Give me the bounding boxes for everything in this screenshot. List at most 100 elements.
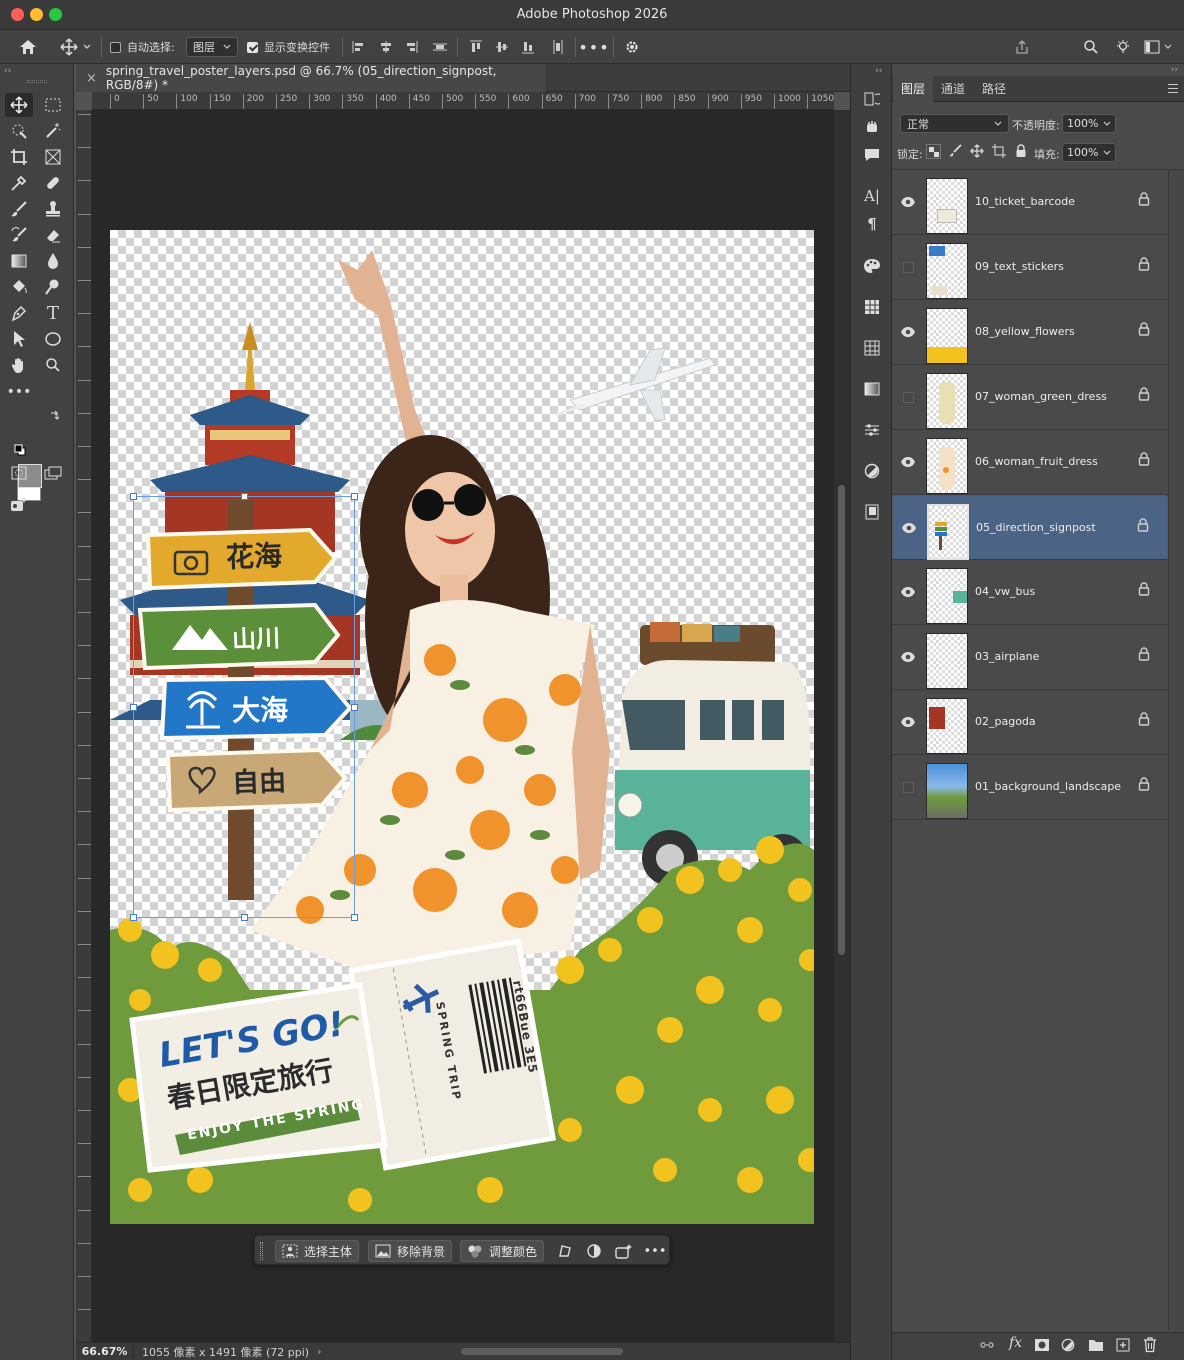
align-center-h-button[interactable] bbox=[377, 35, 395, 59]
layer-visibility-toggle[interactable] bbox=[898, 777, 918, 797]
layer-row[interactable]: 07_woman_green_dress bbox=[892, 365, 1168, 430]
gradient-tool[interactable] bbox=[5, 249, 33, 273]
mask-button[interactable] bbox=[584, 1241, 604, 1261]
transform-handle-top-right[interactable] bbox=[351, 493, 358, 500]
type-tool[interactable]: T bbox=[39, 301, 67, 325]
hand-tool[interactable] bbox=[5, 353, 33, 377]
document-tab-active[interactable]: × spring_travel_poster_layers.psd @ 66.7… bbox=[76, 64, 546, 92]
layer-visibility-toggle[interactable] bbox=[898, 387, 918, 407]
generative-fill-button[interactable] bbox=[5, 492, 33, 516]
paragraph-panel-button[interactable]: ¶ bbox=[860, 212, 884, 236]
layer-row[interactable]: 04_vw_bus bbox=[892, 560, 1168, 625]
transform-handle-bottom[interactable] bbox=[241, 914, 248, 921]
layer-effects-button[interactable]: fx bbox=[1009, 1335, 1022, 1351]
transform-handle-top[interactable] bbox=[241, 493, 248, 500]
move-tool-preset[interactable] bbox=[56, 35, 96, 59]
dodge-tool[interactable] bbox=[5, 275, 33, 299]
workspace-button[interactable] bbox=[1141, 35, 1175, 59]
character-panel-button[interactable]: A| bbox=[860, 184, 884, 208]
show-transform-checkbox[interactable]: 显示变换控件 bbox=[247, 35, 330, 59]
discover-button[interactable] bbox=[1112, 35, 1134, 59]
transform-handle-bottom-left[interactable] bbox=[130, 914, 137, 921]
blend-mode-dropdown[interactable]: 正常 bbox=[900, 114, 1009, 133]
layer-visibility-toggle[interactable] bbox=[898, 192, 918, 212]
eraser-tool[interactable] bbox=[39, 223, 67, 247]
libraries-panel-button[interactable] bbox=[860, 500, 884, 524]
close-tab-icon[interactable]: × bbox=[86, 71, 97, 86]
transform-handle-right[interactable] bbox=[351, 704, 358, 711]
task-bar-grip[interactable] bbox=[260, 1242, 263, 1260]
history-panel-button[interactable] bbox=[860, 87, 884, 111]
history-brush-tool[interactable] bbox=[5, 223, 33, 247]
transform-button[interactable] bbox=[555, 1241, 575, 1261]
layer-row[interactable]: 10_ticket_barcode bbox=[892, 170, 1168, 235]
expand-panels-icon[interactable]: ›› bbox=[1171, 65, 1178, 75]
align-top-button[interactable] bbox=[467, 35, 485, 59]
maximize-window-button[interactable] bbox=[49, 8, 62, 21]
zoom-tool[interactable] bbox=[39, 353, 67, 377]
ellipse-tool[interactable] bbox=[39, 327, 67, 351]
object-select-tool[interactable] bbox=[5, 119, 33, 143]
new-layer-button[interactable] bbox=[1116, 1338, 1130, 1355]
align-bottom-button[interactable] bbox=[519, 35, 537, 59]
layer-visibility-toggle[interactable] bbox=[898, 257, 918, 277]
toolbar-grip[interactable] bbox=[27, 80, 47, 83]
magic-wand-tool[interactable] bbox=[39, 119, 67, 143]
edit-toolbar-button[interactable]: ••• bbox=[5, 380, 33, 404]
align-right-button[interactable] bbox=[402, 35, 420, 59]
transform-handle-bottom-right[interactable] bbox=[351, 914, 358, 921]
transform-handle-top-left[interactable] bbox=[130, 493, 137, 500]
remove-background-button[interactable]: 移除背景 bbox=[368, 1240, 453, 1262]
task-bar-more-button[interactable]: ••• bbox=[644, 1241, 667, 1261]
horizontal-scroll-thumb[interactable] bbox=[461, 1348, 623, 1355]
distribute-button[interactable] bbox=[431, 35, 449, 59]
zoom-search-tool[interactable] bbox=[39, 275, 67, 299]
tab-layers[interactable]: 图层 bbox=[893, 76, 934, 102]
align-middle-button[interactable] bbox=[493, 35, 511, 59]
document-canvas[interactable]: 花海 山川 大海 自由 LET'S GO! 春日限定旅行 ENJOY THE S… bbox=[110, 230, 814, 1224]
new-group-button[interactable] bbox=[1088, 1338, 1104, 1355]
more-options-button[interactable]: ••• bbox=[578, 35, 608, 59]
gradients-panel-button[interactable] bbox=[860, 377, 884, 401]
layer-list-scrollbar[interactable] bbox=[1168, 170, 1184, 1330]
vertical-scrollbar[interactable] bbox=[834, 110, 850, 1342]
eyedropper-tool[interactable] bbox=[5, 171, 33, 195]
layer-visibility-toggle[interactable] bbox=[898, 647, 918, 667]
tab-paths[interactable]: 路径 bbox=[974, 76, 1014, 102]
swatches-panel-button[interactable] bbox=[860, 295, 884, 319]
minimize-window-button[interactable] bbox=[30, 8, 43, 21]
lock-all-button[interactable] bbox=[1015, 144, 1030, 159]
frame-tool[interactable] bbox=[39, 145, 67, 169]
layer-row[interactable]: 08_yellow_flowers bbox=[892, 300, 1168, 365]
path-select-tool[interactable] bbox=[5, 327, 33, 351]
pen-tool[interactable] bbox=[5, 301, 33, 325]
auto-select-checkbox[interactable]: 自动选择: bbox=[110, 35, 175, 59]
blur-tool[interactable] bbox=[39, 249, 67, 273]
layer-row[interactable]: 05_direction_signpost bbox=[892, 495, 1168, 560]
properties-panel-button[interactable] bbox=[860, 459, 884, 483]
generate-button[interactable] bbox=[614, 1241, 634, 1261]
adjust-color-button[interactable]: 调整颜色 bbox=[460, 1240, 545, 1262]
collapse-toolbar-icon[interactable]: ‹‹ bbox=[4, 66, 11, 76]
healing-brush-tool[interactable] bbox=[39, 171, 67, 195]
settings-button[interactable] bbox=[622, 35, 642, 59]
home-button[interactable] bbox=[14, 35, 42, 59]
opacity-input[interactable]: 100% bbox=[1062, 114, 1116, 133]
delete-layer-button[interactable] bbox=[1143, 1337, 1157, 1356]
status-menu-arrow[interactable]: › bbox=[317, 1345, 321, 1358]
lock-artboard-button[interactable] bbox=[992, 144, 1007, 159]
quick-mask-button[interactable] bbox=[5, 461, 33, 485]
distribute-v-button[interactable] bbox=[549, 35, 567, 59]
patterns-panel-button[interactable] bbox=[860, 336, 884, 360]
tab-channels[interactable]: 通道 bbox=[933, 76, 973, 102]
align-left-button[interactable] bbox=[350, 35, 368, 59]
lock-transparent-button[interactable] bbox=[926, 144, 941, 159]
panel-menu-icon[interactable] bbox=[1168, 84, 1178, 93]
close-window-button[interactable] bbox=[11, 8, 24, 21]
layer-row[interactable]: 01_background_landscape bbox=[892, 755, 1168, 820]
swap-colors-button[interactable] bbox=[49, 410, 63, 424]
layer-visibility-toggle[interactable] bbox=[898, 712, 918, 732]
share-button[interactable] bbox=[1011, 35, 1033, 59]
layer-row[interactable]: 03_airplane bbox=[892, 625, 1168, 690]
add-mask-button[interactable] bbox=[1034, 1338, 1050, 1355]
